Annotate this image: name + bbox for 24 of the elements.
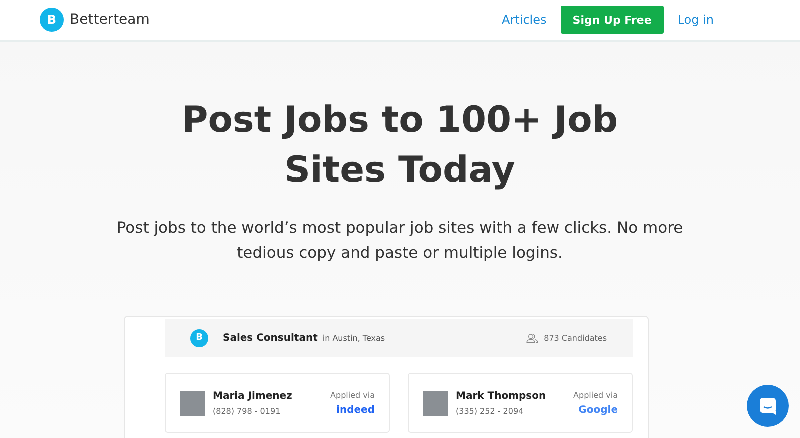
logo-badge-icon[interactable]: B [42,10,62,30]
chat-icon [758,396,778,416]
nav-link[interactable]: Articles [502,13,547,27]
hero-title: Post Jobs to 100+ Job Sites Today [180,99,620,193]
applicant-phone: (828) 798 - 0191 [213,406,282,416]
job-location: in Austin, Texas [322,334,386,342]
candidate-count: 873 Candidates [544,334,607,342]
photo-placeholder [423,390,448,416]
applied-via-label: Applied via [574,390,618,400]
applicant-name: Mark Thompson [456,390,548,402]
people-icon [526,332,540,344]
applicant-name: Maria Jimenez [213,390,294,402]
hero-subtitle: Post jobs to the world’s most popular job sites with a few clicks. No more tedious copy and paste or multiple logins. [116,218,684,264]
nav-link[interactable]: Log in [678,13,714,27]
brand-name[interactable]: Betterteam [70,12,150,28]
source-logo: indeed [336,404,375,416]
chat-button[interactable] [747,385,789,427]
job-title: Sales Consultant [223,332,318,344]
applicant-phone: (335) 252 - 2094 [456,406,525,416]
applied-via-label: Applied via [330,390,375,400]
source-logo: Google [578,404,618,416]
photo-placeholder [180,390,205,416]
sign-up-button[interactable]: Sign Up Free [560,6,664,34]
logo-badge-icon: B [192,330,207,346]
